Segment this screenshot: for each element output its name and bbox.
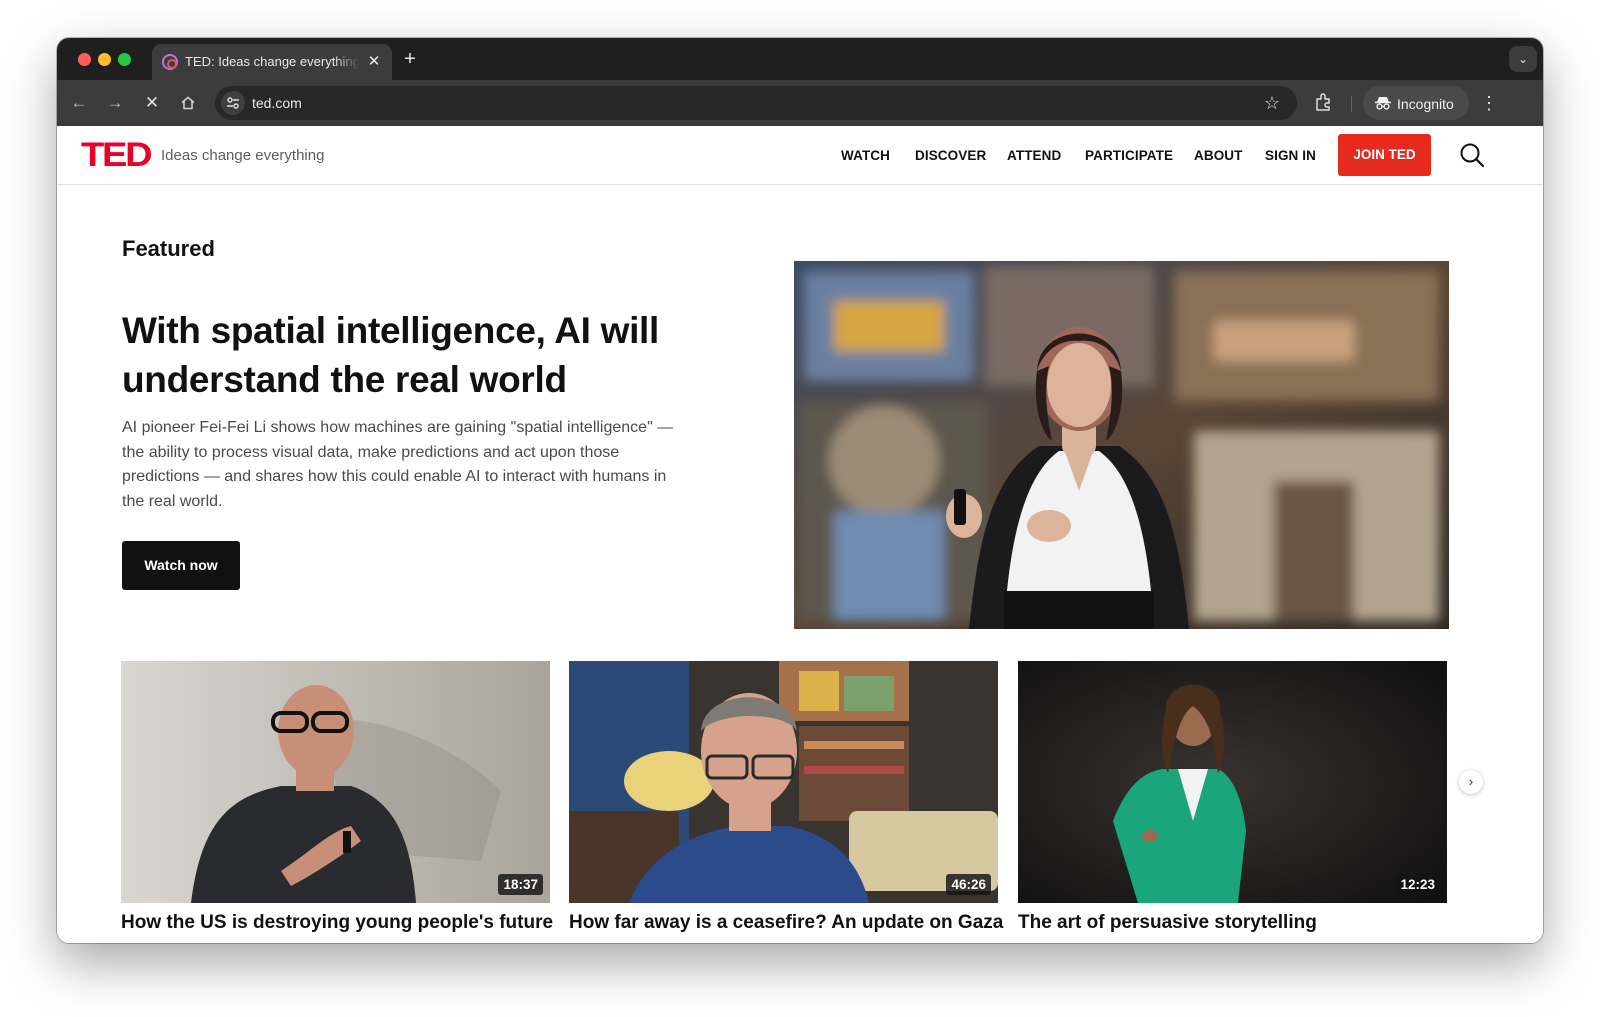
maximize-window-button[interactable] <box>118 53 131 66</box>
browser-window: TED: Ideas change everything ✕ + ⌄ ← → ✕… <box>57 38 1543 943</box>
featured-talk-title[interactable]: With spatial intelligence, AI will under… <box>122 306 692 404</box>
nav-attend[interactable]: ATTEND <box>1007 148 1061 163</box>
incognito-icon <box>1374 95 1392 116</box>
nav-watch[interactable]: WATCH <box>841 148 890 163</box>
nav-discover[interactable]: DISCOVER <box>915 148 986 163</box>
minimize-window-button[interactable] <box>98 53 111 66</box>
tab-close-icon[interactable]: ✕ <box>364 52 384 72</box>
browser-tab[interactable]: TED: Ideas change everything ✕ <box>152 44 392 80</box>
talk-card-3[interactable]: 12:23 <box>1018 661 1447 903</box>
new-tab-icon[interactable]: + <box>398 48 422 72</box>
nav-sign-in[interactable]: SIGN IN <box>1265 148 1316 163</box>
watch-now-button[interactable]: Watch now <box>122 541 240 590</box>
url-text: ted.com <box>252 95 302 111</box>
tab-title: TED: Ideas change everything <box>185 54 360 69</box>
talk-duration-1: 18:37 <box>498 874 543 895</box>
join-ted-button[interactable]: JOIN TED <box>1338 134 1431 176</box>
incognito-label: Incognito <box>1397 96 1454 112</box>
nav-participate[interactable]: PARTICIPATE <box>1085 148 1173 163</box>
featured-talk-thumbnail[interactable] <box>794 261 1449 629</box>
bookmark-star-icon[interactable]: ☆ <box>1261 92 1283 114</box>
carousel-next-icon[interactable]: › <box>1459 770 1483 794</box>
address-bar[interactable]: ted.com ☆ <box>215 86 1297 120</box>
extensions-icon[interactable] <box>1313 91 1337 115</box>
talk-duration-2: 46:26 <box>946 874 991 895</box>
site-info-icon[interactable] <box>221 91 245 115</box>
site-tagline: Ideas change everything <box>161 147 325 164</box>
search-icon[interactable] <box>1459 142 1485 168</box>
stop-loading-icon[interactable]: ✕ <box>140 91 164 115</box>
toolbar-divider <box>1351 96 1352 112</box>
more-menu-icon[interactable]: ⋮ <box>1479 91 1499 115</box>
featured-talk-description: AI pioneer Fei-Fei Li shows how machines… <box>122 419 674 510</box>
tab-strip: TED: Ideas change everything ✕ + ⌄ <box>57 38 1543 80</box>
back-arrow-icon[interactable]: ← <box>67 91 91 115</box>
talk-title-3[interactable]: The art of persuasive storytelling <box>1018 912 1317 934</box>
site-header: TED Ideas change everything WATCH DISCOV… <box>57 126 1543 185</box>
forward-arrow-icon[interactable]: → <box>103 91 127 115</box>
featured-heading: Featured <box>122 236 215 261</box>
tab-search-icon[interactable]: ⌄ <box>1509 46 1537 72</box>
ted-favicon-icon <box>162 54 178 70</box>
talk-card-1[interactable]: 18:37 <box>121 661 550 903</box>
talk-card-2[interactable]: 46:26 <box>569 661 998 903</box>
talk-title-1[interactable]: How the US is destroying young people's … <box>121 912 553 934</box>
nav-about[interactable]: ABOUT <box>1194 148 1243 163</box>
ted-logo[interactable]: TED <box>81 138 153 172</box>
close-window-button[interactable] <box>78 53 91 66</box>
home-icon[interactable] <box>176 91 200 115</box>
talk-title-2[interactable]: How far away is a ceasefire? An update o… <box>569 912 1003 934</box>
web-page: TED Ideas change everything WATCH DISCOV… <box>57 126 1543 943</box>
incognito-profile-button[interactable]: Incognito <box>1363 86 1469 120</box>
browser-toolbar: ← → ✕ ted.com ☆ Incognito ⋮ <box>57 80 1543 126</box>
talk-duration-3: 12:23 <box>1395 874 1440 895</box>
